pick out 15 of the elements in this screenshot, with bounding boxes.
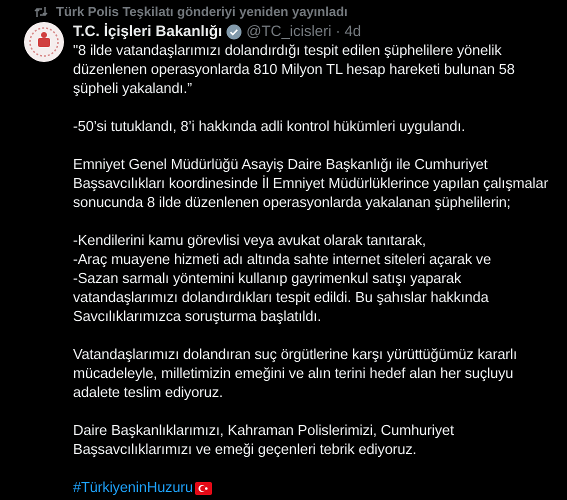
post-paragraph: -Kendilerini kamu görevlisi veya avukat olarak tanıtarak, -Araç muayene hizmeti adı altında sahte internet siteleri açarak ve -Sazan sarmalı yöntemini kullanıp gayrimenkul satışı yaparak vatandaşlarımızı dolandırdıkları tespit edildi. Bu şahıslar hakkında Savcılıklarımızca soruşturma başlatıldı. [73,232,492,327]
post-paragraph: Daire Başkanlıklarımızı, Kahraman Polislerimizi, Cumhuriyet Başsavcılıklarımızı ve emeği geçenleri tebrik ediyoruz. [73,422,455,460]
author-name[interactable]: T.C. İçişleri Bakanlığı [73,20,222,44]
hashtag-link[interactable]: #TürkiyeninHuzuru [73,479,193,498]
post-paragraph: -50’si tutuklandı, 8’i hakkında adli kontrol hükümleri uygulandı. [73,118,466,137]
repost-icon [34,6,48,18]
post-paragraph: Emniyet Genel Müdürlüğü Asayiş Daire Başkanlığı ile Cumhuriyet Başsavcılıkları koordinesinde İl Emniyet Müdürlüklerince yapılan çalışmalar sonucunda 8 ilde düzenlenen operasyonlarda yakalanan şüphelilerin; [73,156,548,213]
repost-banner[interactable]: Türk Polis Teşkilatı gönderiyi yeniden yayınladı [56,2,348,22]
post-paragraph: Vatandaşlarımızı dolandıran suç örgütlerine karşı yürüttüğümüz kararlı mücadeleyle, milletimizin emeğini ve alın terini hedef alan her suçluyu adalete teslim ediyoruz. [73,346,518,403]
post-paragraph: "8 ilde vatandaşlarımızı dolandırdığı tespit edilen şüphelilere yönelik düzenlenen operasyonlarda 810 Milyon TL hesap hareketi bulunan 58 şüpheli yakalandı.” [73,42,516,99]
separator-dot: · [335,22,340,42]
post-time[interactable]: 4d [344,20,362,44]
flag-icon [195,482,212,495]
author-handle[interactable]: @TC_icisleri [246,20,332,44]
avatar[interactable] [24,22,64,62]
